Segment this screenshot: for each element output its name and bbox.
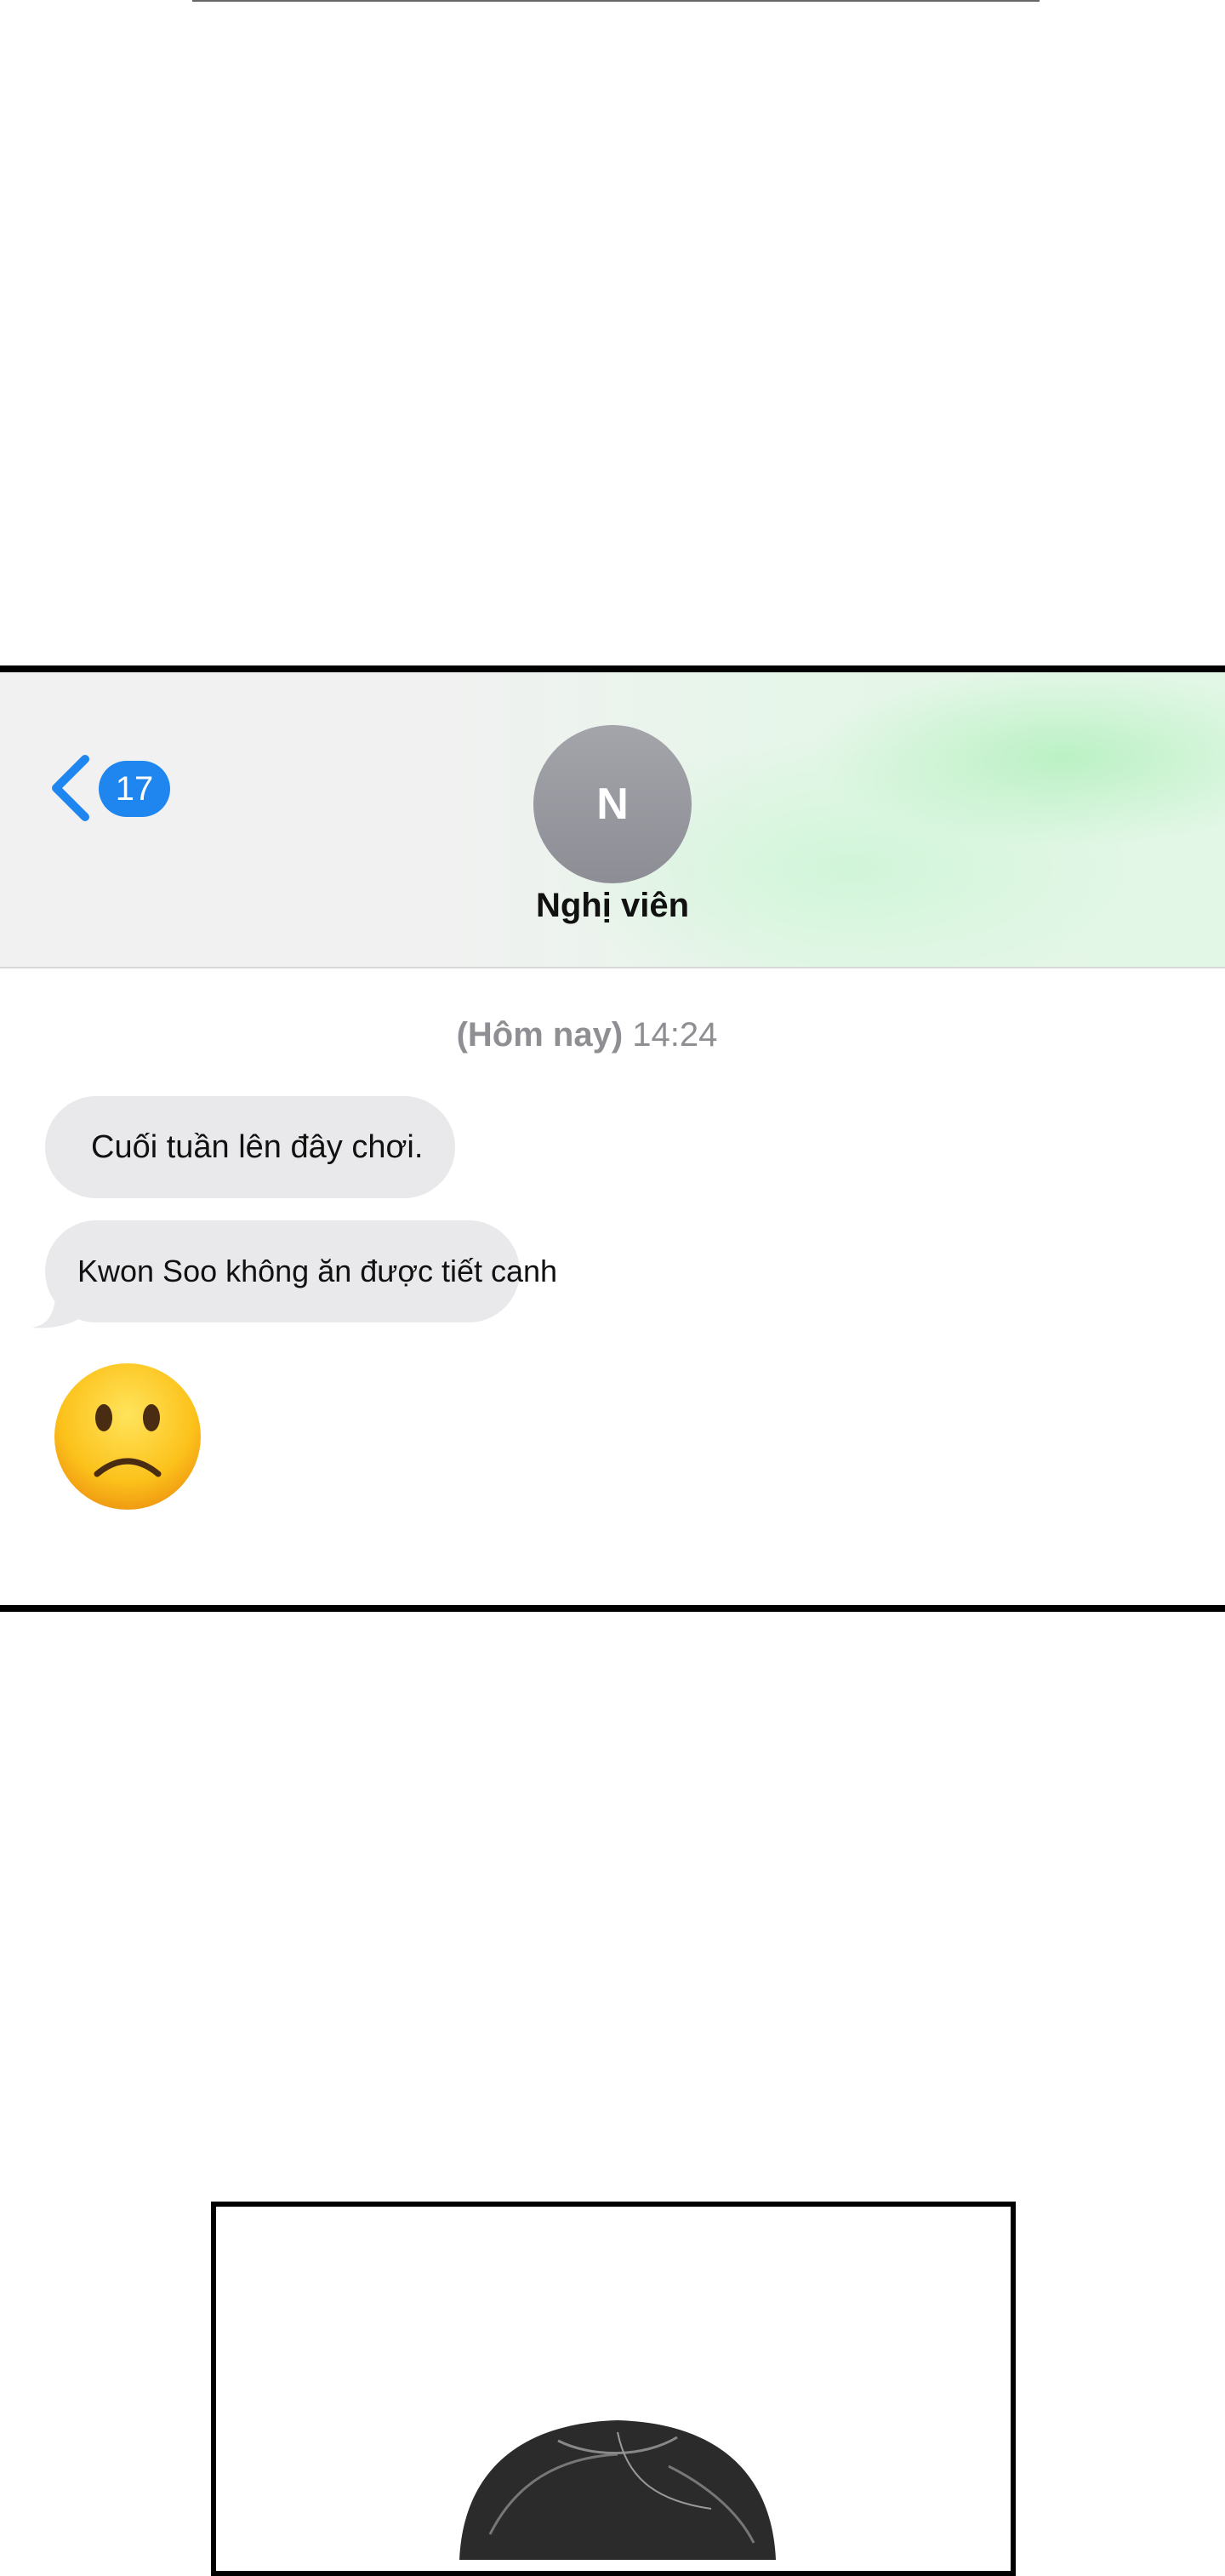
chevron-left-icon bbox=[52, 755, 89, 821]
top-divider-line bbox=[192, 0, 1040, 2]
conversation-header: 17 N Nghị viên bbox=[0, 672, 1225, 968]
timestamp-time: 14:24 bbox=[632, 1016, 718, 1054]
message-bubble[interactable]: Kwon Soo không ăn được tiết canh bbox=[45, 1220, 557, 1322]
timestamp-day: (Hôm nay) bbox=[456, 1016, 624, 1054]
contact-avatar[interactable]: N bbox=[533, 725, 692, 883]
slightly-frowning-face-emoji[interactable] bbox=[51, 1360, 204, 1513]
message-bubble[interactable]: Cuối tuần lên đây chơi. bbox=[45, 1096, 455, 1198]
unread-count-badge: 17 bbox=[99, 761, 170, 817]
message-screen-panel: 17 N Nghị viên (Hôm nay) 14:24 Cuối tuần… bbox=[0, 665, 1225, 1612]
message-timestamp: (Hôm nay) 14:24 bbox=[357, 1016, 817, 1054]
back-button[interactable]: 17 bbox=[48, 754, 175, 822]
character-hair-illustration bbox=[459, 2420, 776, 2560]
contact-name[interactable]: Nghị viên bbox=[442, 887, 783, 925]
